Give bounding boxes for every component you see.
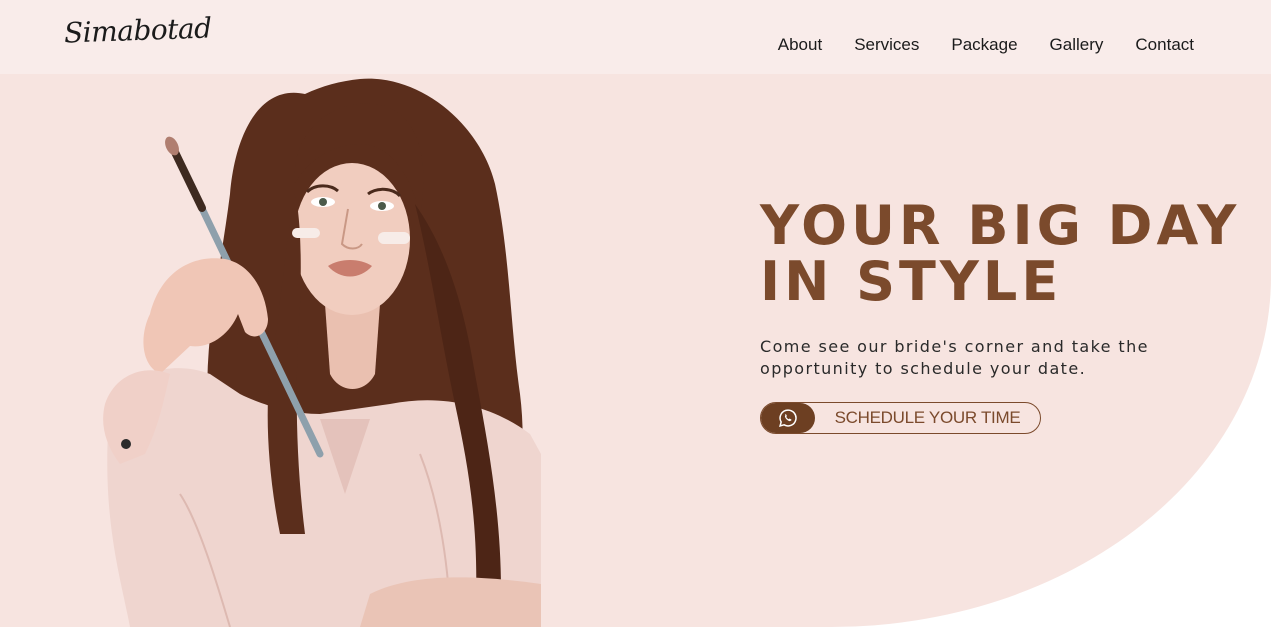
nav-link-services[interactable]: Services [854,35,919,55]
nav-link-about[interactable]: About [778,35,822,55]
brand-logo[interactable]: Simabotad [63,11,212,49]
hero-photo [103,78,541,627]
hero-headline-line1: YOUR BIG DAY [760,194,1241,257]
schedule-button[interactable]: SCHEDULE YOUR TIME [760,402,1041,434]
hero-headline-line2: IN STYLE [760,250,1063,313]
nav-link-package[interactable]: Package [951,35,1017,55]
hero-headline: YOUR BIG DAY IN STYLE [760,198,1240,310]
whatsapp-icon [761,403,815,433]
site-header: Simabotad About Services Package Gallery… [0,0,1271,74]
nav-link-gallery[interactable]: Gallery [1050,35,1104,55]
nav-link-contact[interactable]: Contact [1135,35,1194,55]
hero-subtitle: Come see our bride's corner and take the… [760,337,1149,378]
hero-section: YOUR BIG DAY IN STYLE Come see our bride… [0,74,1271,627]
schedule-button-label: SCHEDULE YOUR TIME [834,408,1021,427]
main-nav: About Services Package Gallery Contact [778,35,1194,55]
